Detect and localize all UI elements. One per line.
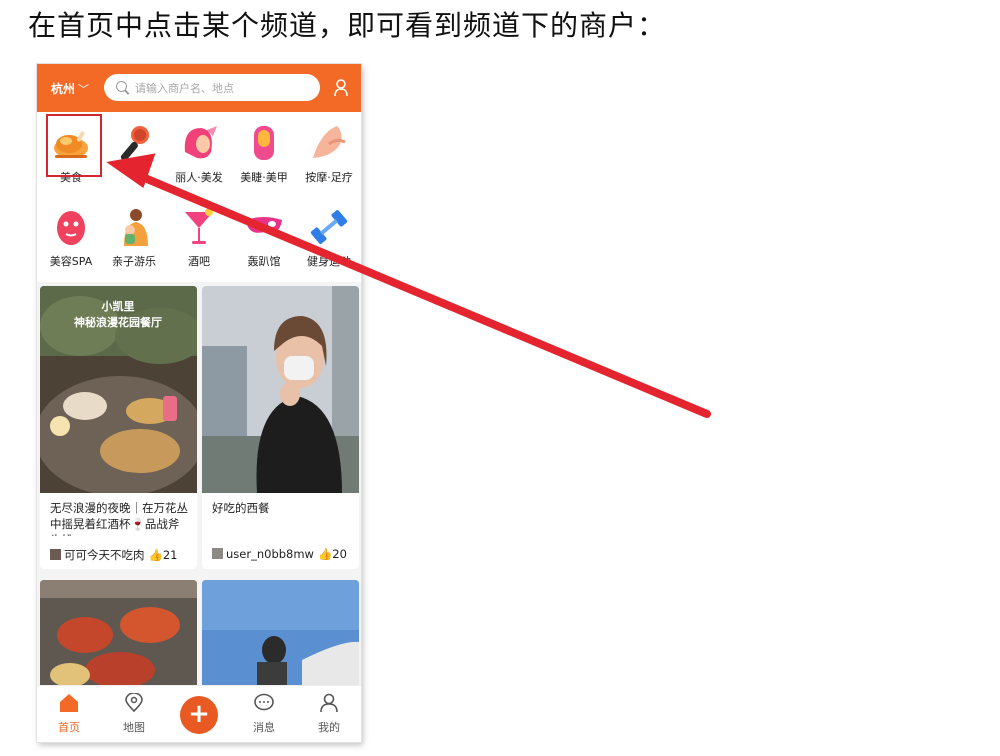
- tab-label: 我的: [318, 721, 340, 734]
- channel-nails[interactable]: 美睫·美甲: [233, 116, 295, 184]
- channel-ktv[interactable]: [103, 116, 165, 182]
- home-icon: [60, 694, 78, 712]
- city-label: 杭州: [51, 82, 76, 96]
- highlight-box: [46, 114, 102, 177]
- face-mask-icon: [49, 206, 93, 248]
- instruction-caption: 在首页中点击某个频道，即可看到频道下的商户：: [28, 9, 667, 42]
- feed-card[interactable]: 好吃的西餐 user_n0bb8mw 👍20: [202, 286, 359, 569]
- channel-label: 美容SPA: [49, 255, 93, 268]
- channel-label: 丽人·美发: [175, 171, 223, 184]
- feed-card[interactable]: [202, 580, 359, 690]
- post-author-row: 可可今天不吃肉 👍21: [50, 547, 177, 563]
- search-placeholder: 请输入商户名、地点: [135, 82, 234, 95]
- channel-party[interactable]: 轰趴馆: [233, 200, 295, 268]
- map-pin-icon: [125, 692, 143, 713]
- channel-kids[interactable]: 亲子游乐: [103, 200, 165, 268]
- channel-fitness[interactable]: 健身运动: [298, 200, 360, 268]
- hair-salon-icon: [177, 122, 221, 164]
- tab-map[interactable]: 地图: [109, 692, 159, 735]
- party-mask-icon: [242, 206, 286, 248]
- feed-card[interactable]: [40, 580, 197, 690]
- user-icon[interactable]: [333, 79, 349, 97]
- chat-bubble-icon: [254, 693, 274, 711]
- search-icon: [116, 81, 127, 92]
- photo-caption-line1: 小凯里: [101, 299, 135, 313]
- channel-bar[interactable]: 酒吧: [168, 200, 230, 268]
- channel-label: 美睫·美甲: [240, 171, 288, 184]
- channel-massage[interactable]: 按摩·足疗: [298, 116, 360, 184]
- thumb-up-icon[interactable]: 👍: [149, 548, 163, 562]
- tab-messages[interactable]: 消息: [239, 693, 289, 735]
- post-author-row: user_n0bb8mw 👍20: [212, 547, 347, 561]
- nail-icon: [242, 122, 286, 164]
- massage-icon: [307, 122, 351, 164]
- channel-label: 按摩·足疗: [305, 171, 353, 184]
- phone-screenshot: 杭州 ﹀ 请输入商户名、地点 美食 丽人·美发 美睫·美甲 按摩·足疗 美容SP…: [37, 64, 361, 742]
- tab-label: 地图: [123, 721, 145, 734]
- chevron-down-icon: ﹀: [78, 83, 90, 96]
- tab-label: 消息: [253, 721, 275, 734]
- feed-card[interactable]: 小凯里 神秘浪漫花园餐厅 无尽浪漫的夜晚｜在万花丛中摇晃着红酒杯🍷品战斧牛排 可…: [40, 286, 197, 569]
- plus-icon: +: [188, 699, 210, 729]
- post-title: 好吃的西餐: [212, 501, 270, 515]
- user-icon: [320, 693, 338, 713]
- channel-label: 亲子游乐: [112, 255, 156, 268]
- dumbbell-icon: [307, 206, 351, 248]
- channel-label: 健身运动: [307, 255, 351, 268]
- microphone-icon: [112, 122, 156, 164]
- search-input[interactable]: 请输入商户名、地点: [104, 74, 320, 101]
- cocktail-icon: [177, 206, 221, 248]
- tab-profile[interactable]: 我的: [304, 693, 354, 735]
- author-name: user_n0bb8mw: [226, 547, 314, 561]
- bottom-tab-bar: 首页 地图 + 消息 我的: [37, 685, 361, 742]
- thumb-up-icon[interactable]: 👍: [318, 547, 332, 561]
- city-selector[interactable]: 杭州 ﹀: [51, 80, 89, 97]
- parent-child-icon: [112, 206, 156, 248]
- post-photo: 小凯里 神秘浪漫花园餐厅: [40, 286, 197, 493]
- avatar: [212, 548, 223, 559]
- photo-caption-line2: 神秘浪漫花园餐厅: [74, 315, 162, 329]
- post-photo: [202, 580, 359, 690]
- post-photo: [202, 286, 359, 493]
- tab-home[interactable]: 首页: [44, 693, 94, 735]
- tab-label: 首页: [58, 721, 80, 734]
- like-count: 21: [162, 548, 178, 562]
- channel-hair[interactable]: 丽人·美发: [168, 116, 230, 184]
- avatar: [50, 549, 61, 560]
- post-title: 无尽浪漫的夜晚｜在万花丛中摇晃着红酒杯🍷品战斧牛排: [50, 501, 188, 536]
- channel-spa[interactable]: 美容SPA: [40, 200, 102, 268]
- add-post-button[interactable]: +: [180, 696, 218, 734]
- top-bar: 杭州 ﹀ 请输入商户名、地点: [37, 64, 361, 112]
- post-photo: [40, 580, 197, 690]
- channel-label: 轰趴馆: [247, 255, 281, 268]
- like-count: 20: [332, 547, 347, 561]
- channel-grid: 美食 丽人·美发 美睫·美甲 按摩·足疗 美容SPA 亲子游乐 酒吧 轰趴馆 健…: [37, 112, 361, 282]
- author-name: 可可今天不吃肉: [64, 548, 145, 562]
- channel-label: 酒吧: [188, 255, 210, 268]
